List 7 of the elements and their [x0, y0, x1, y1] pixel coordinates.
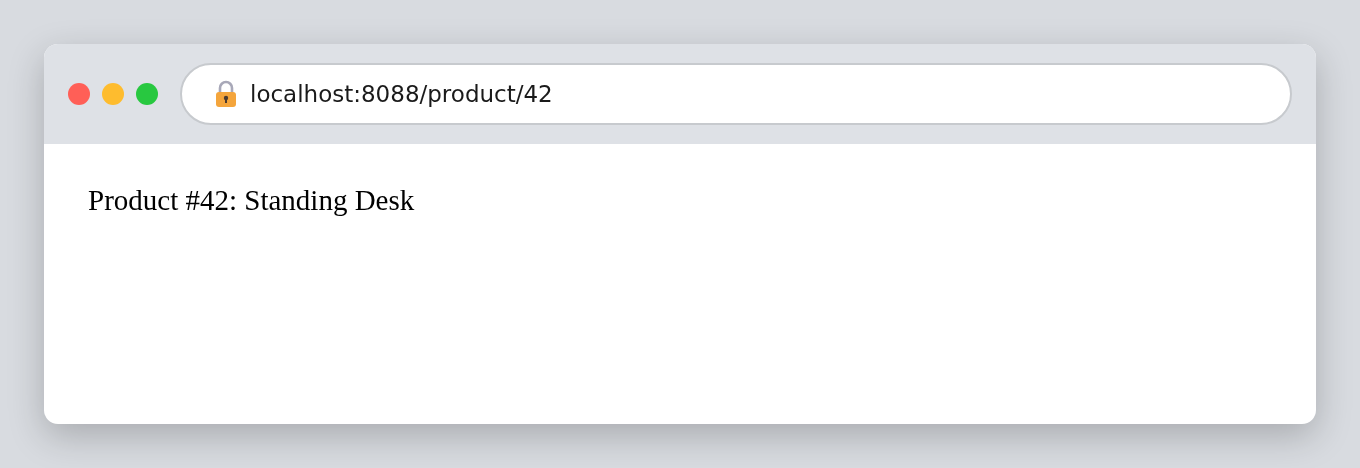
address-bar[interactable]: localhost:8088/product/42 [180, 63, 1292, 125]
padlock-icon [214, 80, 238, 108]
window-control-button[interactable] [136, 83, 158, 105]
window-control-button[interactable] [102, 83, 124, 105]
product-heading: Product #42: Standing Desk [88, 184, 416, 217]
url-text: localhost:8088/product/42 [250, 81, 553, 107]
window-control-button[interactable] [68, 83, 90, 105]
